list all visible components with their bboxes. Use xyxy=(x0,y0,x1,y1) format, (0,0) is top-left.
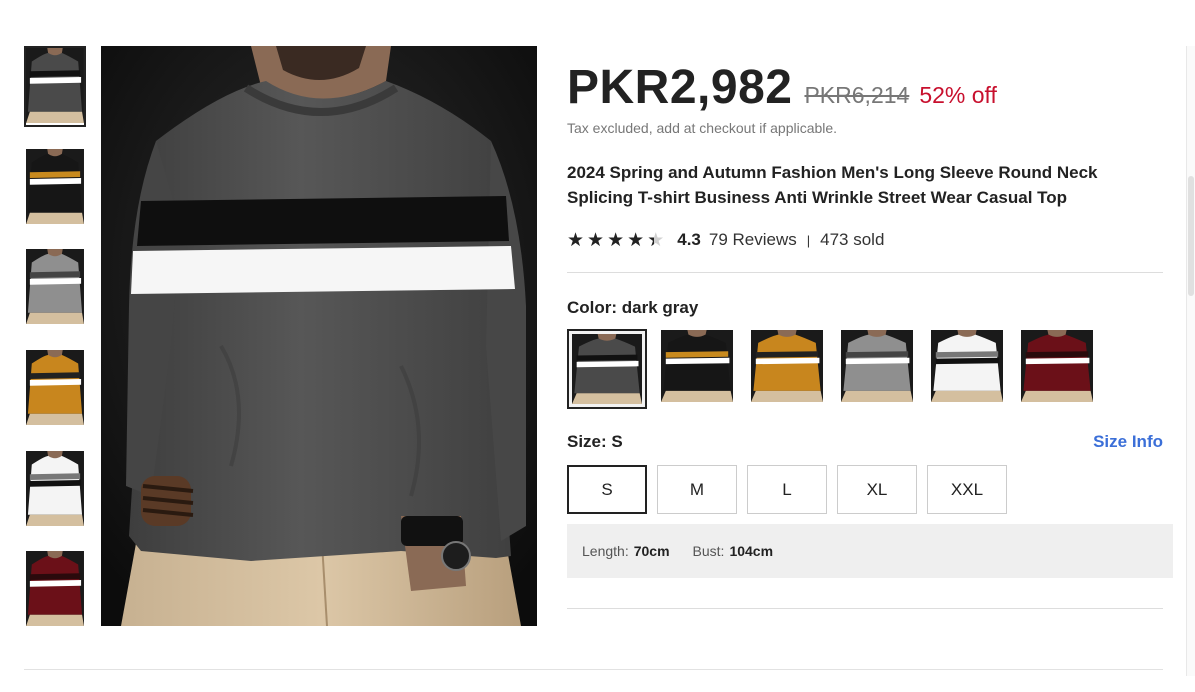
sold-count: 473 sold xyxy=(820,230,885,249)
color-swatch-black[interactable] xyxy=(661,330,733,402)
star-icon: ★ xyxy=(567,229,585,251)
reviews-link[interactable]: 79 Reviews xyxy=(709,230,797,250)
bust-label: Bust: xyxy=(692,543,725,559)
thumbnail-burgundy[interactable] xyxy=(26,551,84,627)
thumbnail-mustard[interactable] xyxy=(26,350,84,426)
selected-size: S xyxy=(611,432,623,451)
star-icon: ★ xyxy=(627,229,645,251)
size-option-xl[interactable]: XL xyxy=(837,465,917,514)
rating-value: 4.3 xyxy=(677,230,701,249)
color-label-row: Color: dark gray xyxy=(567,298,698,318)
divider xyxy=(567,608,1163,609)
separator: | xyxy=(806,232,811,248)
size-option-m[interactable]: M xyxy=(657,465,737,514)
size-info-link[interactable]: Size Info xyxy=(1093,432,1163,452)
size-option-l[interactable]: L xyxy=(747,465,827,514)
main-product-image[interactable] xyxy=(101,46,537,626)
color-swatch-light-gray[interactable] xyxy=(841,330,913,402)
size-measurements: Length: 70cm Bust: 104cm xyxy=(567,524,1173,578)
color-swatch-mustard[interactable] xyxy=(751,330,823,402)
thumbnail-dark-gray[interactable] xyxy=(24,46,86,127)
star-icon: ★ xyxy=(607,229,625,251)
star-icon: ★ xyxy=(587,229,605,251)
scrollbar[interactable] xyxy=(1186,46,1195,676)
original-price: PKR6,214 xyxy=(804,82,910,108)
size-option-xxl[interactable]: XXL xyxy=(927,465,1007,514)
length-label: Length: xyxy=(582,543,629,559)
product-title: 2024 Spring and Autumn Fashion Men's Lon… xyxy=(567,163,1098,207)
color-label: Color: xyxy=(567,298,618,317)
color-swatch-dark-gray[interactable] xyxy=(567,329,647,409)
size-label: Size: xyxy=(567,432,607,451)
product-info-panel: PKR2,982 PKR6,214 52% off Tax excluded, … xyxy=(567,60,1173,609)
size-label-row: Size: S xyxy=(567,432,623,452)
thumbnail-black[interactable] xyxy=(26,149,84,225)
section-divider xyxy=(24,669,1163,670)
divider xyxy=(567,272,1163,273)
current-price: PKR2,982 xyxy=(567,61,793,114)
scrollbar-thumb[interactable] xyxy=(1188,176,1194,296)
star-partial-icon: ★★ xyxy=(647,229,665,251)
color-swatch-white[interactable] xyxy=(931,330,1003,402)
color-swatch-burgundy[interactable] xyxy=(1021,330,1093,402)
color-swatches xyxy=(567,329,1111,409)
selected-color: dark gray xyxy=(621,298,699,317)
tax-note: Tax excluded, add at checkout if applica… xyxy=(567,120,838,136)
size-option-s[interactable]: S xyxy=(567,465,647,514)
price-row: PKR2,982 PKR6,214 52% off xyxy=(567,60,1173,120)
thumbnail-light-gray[interactable] xyxy=(26,249,84,325)
length-value: 70cm xyxy=(633,543,670,559)
rating-row: ★ ★ ★ ★ ★★ 4.3 79 Reviews | 473 sold xyxy=(567,228,884,252)
discount-badge: 52% off xyxy=(919,82,997,108)
bust-value: 104cm xyxy=(729,543,774,559)
size-options: S M L XL XXL xyxy=(567,465,1017,514)
thumbnail-white[interactable] xyxy=(26,451,84,527)
rating-stars: ★ ★ ★ ★ ★★ xyxy=(567,231,667,250)
